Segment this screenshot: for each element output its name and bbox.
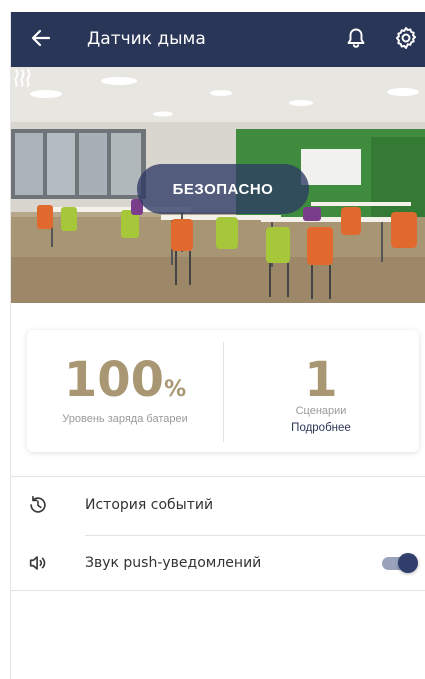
history-icon [30, 495, 46, 513]
app-header: Датчик дыма [11, 12, 425, 67]
list-divider [11, 476, 425, 477]
battery-unit: % [164, 377, 187, 402]
history-label: История событий [85, 497, 214, 513]
back-arrow-icon[interactable] [29, 26, 53, 50]
scenarios-label: Сценарии [295, 405, 347, 417]
bell-icon[interactable] [344, 26, 368, 50]
battery-label: Уровень заряда батареи [62, 413, 188, 425]
room-photo: БЕЗОПАСНО [11, 67, 425, 303]
speaker-icon [29, 556, 46, 570]
push-sound-row[interactable]: Звук push-уведомлений [11, 536, 425, 592]
page-title: Датчик дыма [87, 29, 206, 49]
history-row[interactable]: История событий [11, 478, 425, 534]
app-screen: Датчик дыма БЕЗОПАСНО 100% Уровень заряд… [10, 12, 425, 679]
battery-value: 100% [63, 352, 187, 408]
status-badge: БЕЗОПАСНО [137, 164, 309, 214]
details-link[interactable]: Подробнее [223, 422, 419, 434]
push-sound-label: Звук push-уведомлений [85, 555, 262, 571]
scenarios-value: 1 [304, 352, 338, 408]
wave-icon[interactable] [11, 67, 35, 91]
list-divider [11, 590, 425, 591]
toggle-thumb [398, 553, 418, 573]
gear-icon[interactable] [393, 25, 419, 51]
push-sound-toggle[interactable] [382, 553, 418, 573]
battery-stat: 100% Уровень заряда батареи [27, 330, 223, 452]
scenarios-stat[interactable]: 1 Сценарии Подробнее [223, 330, 419, 452]
stats-card: 100% Уровень заряда батареи 1 Сценарии П… [27, 330, 419, 452]
